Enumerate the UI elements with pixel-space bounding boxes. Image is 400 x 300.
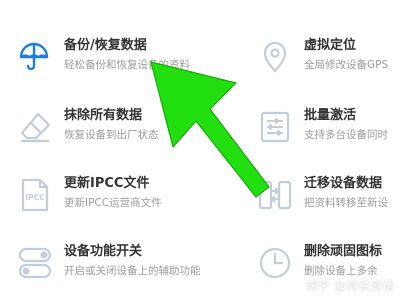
virtual-location-title: 虚拟定位	[304, 38, 357, 53]
backup-restore-desc: 轻松备份和恢复设备的资料	[64, 59, 190, 71]
eraser-icon	[16, 108, 54, 146]
batch-activate-title: 批量激活	[304, 108, 357, 123]
backup-restore-tile[interactable]: 备份/恢复数据 轻松备份和恢复设备的资料	[16, 34, 246, 84]
location-pin-icon	[256, 38, 294, 76]
umbrella-icon	[16, 38, 54, 76]
device-toggles-tile[interactable]: 设备功能开关 开启或关闭设备上的辅助功能	[16, 240, 246, 290]
watermark: 知乎 @另说另语	[306, 279, 394, 293]
delete-icons-title: 删除顽固图标	[304, 244, 383, 259]
delete-icons-desc: 删除设备上多余	[304, 265, 378, 277]
transfer-icon	[256, 176, 294, 214]
migrate-data-tile[interactable]: 迁移设备数据 把资料转移至新设	[256, 172, 400, 222]
erase-data-tile[interactable]: 抹除所有数据 恢复设备到出厂状态	[16, 104, 246, 154]
backup-restore-title: 备份/恢复数据	[64, 38, 147, 53]
update-ipcc-tile[interactable]: IPCC 更新IPCC文件 更新IPCC运营商文件	[16, 172, 246, 222]
erase-data-title: 抹除所有数据	[64, 108, 143, 123]
toggle-switch-icon	[16, 244, 54, 282]
erase-data-desc: 恢复设备到出厂状态	[64, 129, 159, 141]
batch-activate-tile[interactable]: 批量激活 支持多台设备同时	[256, 104, 400, 154]
ipcc-file-icon: IPCC	[16, 176, 54, 214]
migrate-data-desc: 把资料转移至新设	[304, 197, 388, 209]
virtual-location-tile[interactable]: 虚拟定位 全局修改设备GPS	[256, 34, 400, 84]
update-ipcc-title: 更新IPCC文件	[64, 176, 150, 191]
device-toggles-title: 设备功能开关	[64, 244, 143, 259]
ipcc-icon-label: IPCC	[25, 193, 45, 202]
migrate-data-title: 迁移设备数据	[304, 176, 383, 191]
device-toggles-desc: 开启或关闭设备上的辅助功能	[64, 265, 201, 277]
update-ipcc-desc: 更新IPCC运营商文件	[64, 197, 162, 209]
batch-activate-desc: 支持多台设备同时	[304, 129, 388, 141]
sliders-icon	[256, 108, 294, 146]
virtual-location-desc: 全局修改设备GPS	[304, 59, 389, 71]
clock-icon	[256, 244, 294, 282]
